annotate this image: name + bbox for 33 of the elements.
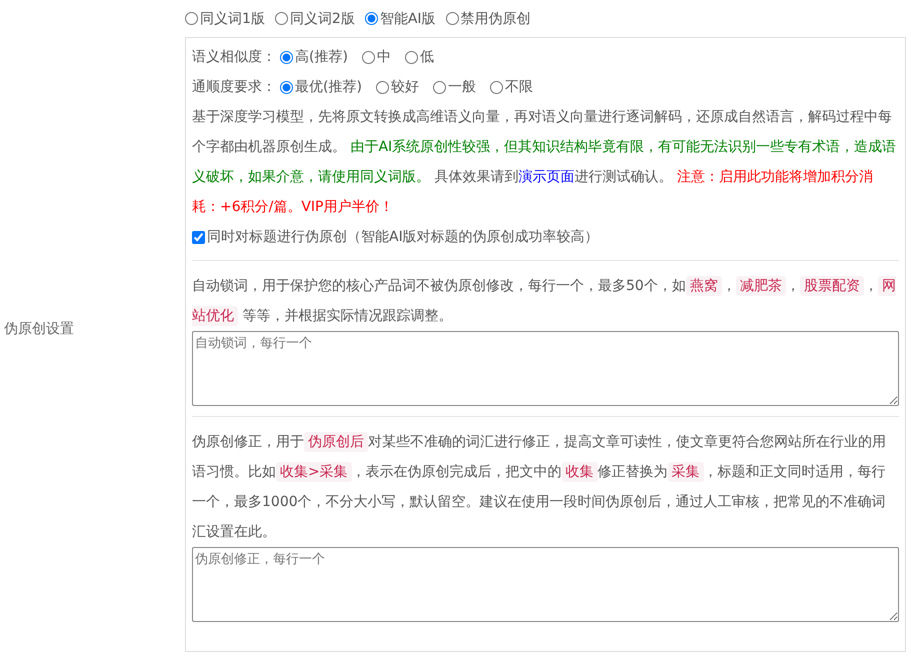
radio-button[interactable] bbox=[490, 80, 503, 94]
radio-button[interactable] bbox=[185, 12, 198, 25]
radio-label[interactable]: 同义词2版 bbox=[290, 10, 355, 28]
corrections-description: 伪原创修正，用于 伪原创后 对某些不准确的词汇进行修正，提高文章可读性，使文章更符合您网站所在行业的用语习惯。比如 收集>采集 ，表示在伪原创完成后，把文中的 收集 修正替换为 采集 ，标题和正文同时适用，每行一个，最多1000个，不分大小写，默认留空。建议在使用一段时间伪原创后，通过人工审核，把常见的不准确词汇设置在此。 bbox=[192, 431, 887, 542]
similarity-label: 语义相似度： bbox=[192, 48, 276, 66]
radio-label[interactable]: 较好 bbox=[390, 78, 419, 96]
lock-words-field[interactable]: 自动锁词，每行一个 bbox=[192, 331, 899, 406]
radio-label[interactable]: 中 bbox=[376, 48, 391, 66]
radio-button[interactable] bbox=[404, 50, 418, 64]
radio-label[interactable]: 同义词1版 bbox=[200, 10, 265, 28]
radio-button[interactable] bbox=[376, 80, 389, 94]
radio-label[interactable]: 低 bbox=[420, 48, 434, 66]
settings-label: 伪原创设置 bbox=[4, 320, 74, 338]
radio-button[interactable] bbox=[364, 12, 378, 25]
radio-button[interactable] bbox=[274, 12, 288, 25]
corrections-field[interactable]: 伪原创修正，每行一个 bbox=[192, 547, 899, 622]
radio-label[interactable]: 高(推荐) bbox=[295, 48, 348, 66]
fluency-label: 通顺度要求： bbox=[192, 78, 276, 96]
radio-button[interactable] bbox=[362, 50, 375, 64]
radio-button[interactable] bbox=[432, 80, 446, 94]
radio-button[interactable] bbox=[446, 12, 459, 25]
radio-button[interactable] bbox=[280, 50, 293, 64]
title-checkbox[interactable] bbox=[192, 230, 205, 244]
demo-page-link[interactable]: 演示页面 bbox=[518, 169, 574, 185]
lock-words-description: 自动锁词，用于保护您的核心产品词不被伪原创修改，每行一个，最多50个，如 燕窝 ， 减肥茶 ， 股票配资 ， 网站优化 等等，并根据实际情况跟踪调整。 bbox=[192, 275, 897, 328]
radio-label[interactable]: 禁用伪原创 bbox=[460, 10, 531, 28]
checkbox-label[interactable]: 同时对标题进行伪原创（智能AI版对标题的伪原创成功率较高） bbox=[207, 228, 599, 246]
radio-label[interactable]: 不限 bbox=[504, 78, 533, 96]
radio-button[interactable] bbox=[280, 80, 293, 94]
radio-label[interactable]: 最优(推荐) bbox=[295, 78, 362, 96]
ai-description: 基于深度学习模型，先将原文转换成高维语义向量，再对语义向量进行逐词解码，还原成自然语言，解码过程中每个字都由机器原创生成。 由于AI系统原创性较强，但其知识结构毕竟有限，有可能无法识别一些专有术语，造成语义破坏，如果介意，请使用同义词版。 具体效果请到演示页面进行测试确认。 注意：启用此功能将增加积分消耗：+6积分/篇。VIP用户半价！ bbox=[192, 108, 898, 217]
radio-label[interactable]: 一般 bbox=[448, 78, 476, 96]
radio-label[interactable]: 智能AI版 bbox=[380, 10, 436, 28]
